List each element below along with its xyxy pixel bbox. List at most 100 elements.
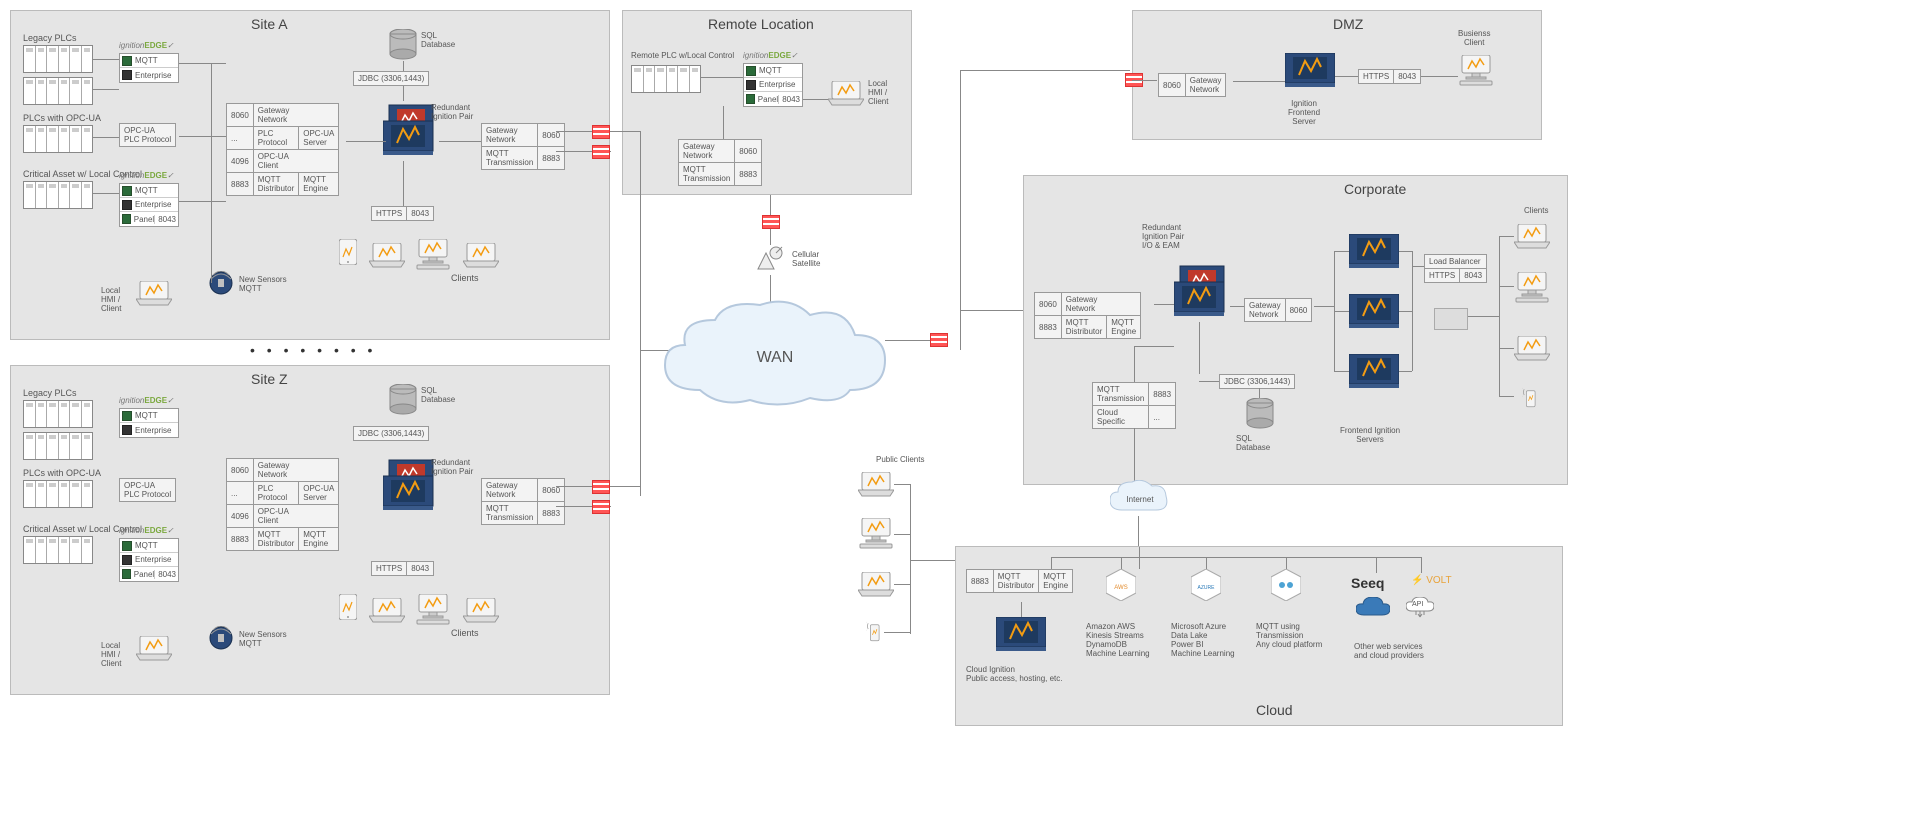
remote-port-table: Gateway Network8060 MQTT Transmission888…: [678, 139, 762, 186]
connector-line: [610, 486, 640, 487]
corp-gw-right: Gateway Network8060: [1244, 298, 1312, 322]
server-icon: [1285, 53, 1335, 89]
site-z-title: Site Z: [251, 371, 288, 387]
corp-jdbc: JDBC (3306,1443): [1219, 374, 1295, 389]
connector-line: [1138, 516, 1139, 546]
svg-text:AZURE: AZURE: [1198, 585, 1216, 591]
connector-line: [1132, 80, 1157, 81]
database-icon: [389, 384, 417, 416]
desktop-icon: [415, 239, 451, 271]
aws-desc: Amazon AWS Kinesis Streams DynamoDB Mach…: [1086, 622, 1150, 658]
opcua-plc-label: PLCs with OPC-UA: [23, 113, 101, 123]
load-balancer-box: Load Balancer HTTPS8043: [1424, 254, 1487, 283]
laptop-icon: [1514, 336, 1550, 362]
connector-line: [610, 131, 640, 132]
cloud-mqtt-box: 8883MQTT DistributorMQTT Engine: [966, 569, 1073, 593]
new-sensors-label: New Sensors MQTT: [239, 630, 287, 648]
site-a-title: Site A: [251, 16, 288, 32]
edge-module: MQTT Enterprise: [119, 53, 179, 83]
jdbc-box: JDBC (3306,1443): [353, 71, 429, 86]
internet-cloud-icon: Internet: [1110, 480, 1170, 516]
region-dmz: DMZ 8060Gateway Network Ignition Fronten…: [1132, 10, 1542, 140]
https-box: HTTPS8043: [371, 206, 434, 221]
left-port-table: 8060Gateway Network ...PLC ProtocolOPC-U…: [226, 103, 339, 196]
region-corporate: Corporate 8060Gateway Network 8883MQTT D…: [1023, 175, 1568, 485]
plc-rack-icon: [23, 432, 93, 460]
laptop-icon: [828, 81, 864, 107]
business-client-label: Busienss Client: [1458, 29, 1490, 47]
plc-rack-icon: [23, 125, 93, 153]
corp-left-table: 8060Gateway Network 8883MQTT Distributor…: [1034, 292, 1141, 339]
ignition-edge-logo: ignitionEDGE✓: [119, 171, 174, 180]
firewall-icon: [592, 125, 610, 139]
azure-hexagon-icon: AZURE: [1191, 569, 1221, 601]
https-box: HTTPS8043: [371, 561, 434, 576]
ellipsis-dots: • • • • • • • •: [250, 342, 376, 358]
redundant-pair-label: Redundant Ignition Pair: [431, 103, 473, 121]
redundant-server-icon: [1174, 262, 1230, 322]
connector-line: [884, 632, 910, 633]
desktop-icon: [415, 594, 451, 626]
connector-line: [910, 484, 911, 634]
server-icon: [996, 617, 1046, 653]
other-services-label: Other web services and cloud providers: [1354, 642, 1424, 660]
satellite-icon: [756, 245, 786, 273]
legacy-plc-label: Legacy PLCs: [23, 33, 77, 43]
connector-line: [910, 560, 955, 561]
corp-sql-label: SQL Database: [1236, 434, 1270, 452]
remote-hmi-label: Local HMI / Client: [868, 79, 888, 106]
connector-line: [894, 484, 910, 485]
laptop-icon: [1514, 224, 1550, 250]
laptop-icon: [858, 472, 894, 498]
edge-module: MQTT Enterprise: [119, 408, 179, 438]
cloud-title: Cloud: [1256, 702, 1293, 718]
remote-title: Remote Location: [708, 16, 814, 32]
sql-db-label: SQL Database: [421, 386, 455, 404]
svg-text:Internet: Internet: [1126, 495, 1154, 504]
database-icon: [389, 29, 417, 61]
clients-label: Clients: [451, 273, 479, 283]
firewall-icon: [592, 480, 610, 494]
ignition-edge-logo: ignitionEDGE✓: [743, 51, 798, 60]
database-icon: [1246, 398, 1274, 430]
plc-rack-icon: [23, 536, 93, 564]
svg-text:WAN: WAN: [757, 349, 794, 366]
server-icon: [1349, 234, 1399, 270]
volt-logo: ⚡ VOLT: [1411, 575, 1452, 586]
mqtt-desc: MQTT using Transmission Any cloud platfo…: [1256, 622, 1322, 649]
svg-text:AWS: AWS: [1114, 585, 1127, 591]
plc-rack-icon: [23, 77, 93, 105]
tablet-icon: [339, 239, 357, 265]
connector-line: [894, 584, 910, 585]
frontend-servers-label: Frontend Ignition Servers: [1340, 426, 1400, 444]
dmz-gw-box: 8060Gateway Network: [1158, 73, 1226, 97]
jdbc-box: JDBC (3306,1443): [353, 426, 429, 441]
load-balancer-device-icon: [1434, 308, 1468, 330]
local-hmi-label: Local HMI / Client: [101, 641, 121, 668]
plc-rack-icon: [23, 400, 93, 428]
dmz-title: DMZ: [1333, 16, 1363, 32]
local-hmi-label: Local HMI / Client: [101, 286, 121, 313]
plc-rack-icon: [23, 181, 93, 209]
left-port-table: 8060Gateway Network ...PLC ProtocolOPC-U…: [226, 458, 339, 551]
laptop-icon: [369, 598, 405, 624]
dmz-https-box: HTTPS8043: [1358, 69, 1421, 84]
plc-rack-icon: [631, 65, 701, 93]
dmz-frontend-label: Ignition Frontend Server: [1288, 99, 1320, 126]
corporate-title: Corporate: [1344, 181, 1406, 197]
right-port-table: Gateway Network8060 MQTT Transmission888…: [481, 123, 565, 170]
server-icon: [1349, 354, 1399, 390]
edge-module: MQTT Enterprise Panel8043: [119, 183, 179, 227]
region-cloud: Cloud 8883MQTT DistributorMQTT Engine Cl…: [955, 546, 1563, 726]
phone-icon: [866, 620, 882, 644]
desktop-icon: [1514, 272, 1550, 304]
sensor-hub-icon: [209, 271, 233, 295]
cellular-label: Cellular Satellite: [792, 250, 820, 268]
ignition-edge-logo: ignitionEDGE✓: [119, 41, 174, 50]
connector-line: [960, 70, 1130, 71]
plc-rack-icon: [23, 45, 93, 73]
opcua-protocol-box: OPC-UA PLC Protocol: [119, 123, 176, 147]
firewall-icon: [592, 145, 610, 159]
redundant-pair-label: Redundant Ignition Pair: [431, 458, 473, 476]
cloud-ignition-label: Cloud Ignition Public access, hosting, e…: [966, 665, 1063, 683]
